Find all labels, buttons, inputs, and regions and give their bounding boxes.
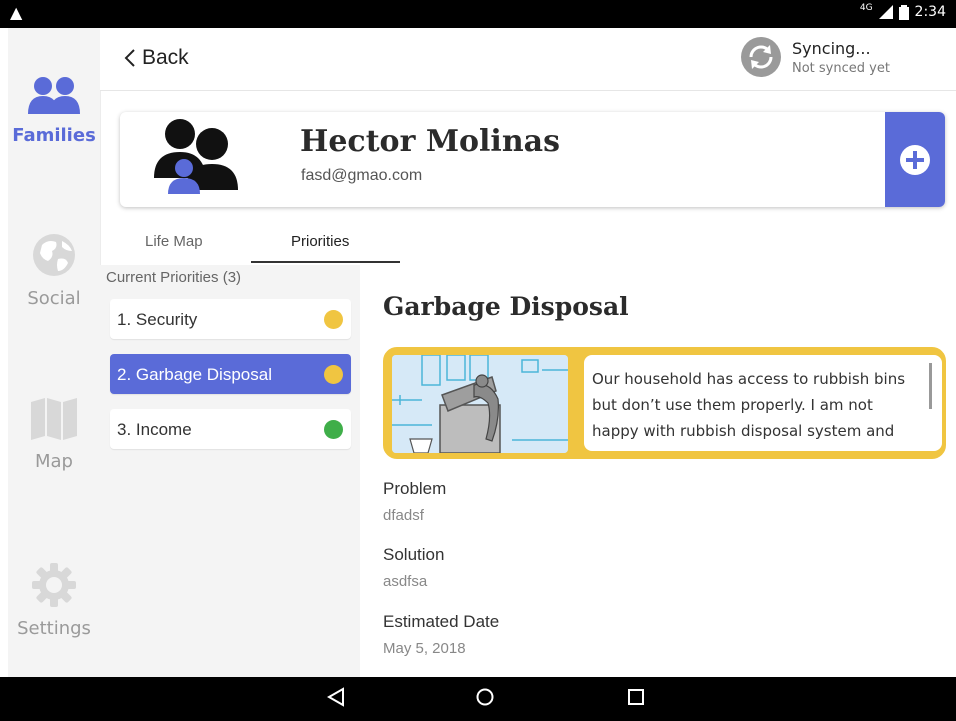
add-button[interactable] [885, 112, 945, 207]
top-header: Back Syncing... Not synced yet [100, 28, 956, 91]
tab-bar: Life Map Priorities [100, 225, 400, 265]
family-avatar-icon [154, 119, 238, 194]
date-value: May 5, 2018 [383, 640, 466, 657]
clock: 2:34 [914, 4, 946, 20]
sidebar-item-social[interactable]: Social [8, 233, 100, 309]
family-name: Hector Molinas [300, 124, 560, 159]
sidebar-item-label: Settings [17, 618, 91, 639]
priority-label: 3. Income [117, 420, 192, 439]
signal-icon [878, 5, 893, 19]
detail-title: Garbage Disposal [383, 292, 629, 321]
tab-priorities[interactable]: Priorities [291, 233, 349, 250]
sync-title: Syncing... [792, 38, 871, 58]
plus-circle-icon [900, 144, 930, 175]
sidebar-item-families[interactable]: Families [8, 76, 100, 146]
back-label: Back [142, 46, 189, 69]
gear-icon [32, 563, 76, 607]
problem-value: dfadsf [383, 507, 424, 524]
status-dot [324, 365, 343, 384]
solution-label: Solution [383, 545, 445, 564]
families-icon [28, 77, 80, 114]
priorities-header: Current Priorities (3) [106, 269, 242, 286]
battery-icon [898, 4, 909, 20]
list-item[interactable]: 2. Garbage Disposal [110, 354, 351, 394]
tab-life-map[interactable]: Life Map [145, 233, 203, 250]
status-right: 4G 2:34 [859, 3, 946, 20]
indicator-card: Our household has access to rubbish bins… [383, 347, 946, 459]
description-text: Our household has access to rubbish bins… [592, 370, 906, 440]
list-item[interactable]: 1. Security [110, 299, 351, 339]
sidebar: Families Social Map Settings [8, 28, 101, 677]
problem-label: Problem [383, 479, 447, 498]
globe-icon [33, 234, 75, 276]
status-bar: ▲ 4G 2:34 [0, 0, 956, 28]
priority-label: 2. Garbage Disposal [117, 365, 272, 384]
system-nav-bar [0, 677, 956, 721]
map-icon [31, 398, 77, 440]
sidebar-item-label: Families [12, 125, 96, 146]
garbage-illustration [392, 355, 568, 453]
date-label: Estimated Date [383, 612, 500, 631]
sidebar-item-settings[interactable]: Settings [8, 563, 100, 639]
family-email: fasd@gmao.com [301, 167, 423, 184]
family-card: Hector Molinas fasd@gmao.com [120, 112, 945, 207]
nav-home-icon[interactable] [475, 687, 495, 707]
solution-value: asdfsa [383, 573, 428, 590]
active-tab-indicator [251, 261, 400, 263]
priority-label: 1. Security [117, 310, 198, 329]
priorities-list: Current Priorities (3) 1. Security 2. Ga… [100, 265, 360, 677]
list-item[interactable]: 3. Income [110, 409, 351, 449]
status-dot [324, 420, 343, 439]
nav-back-icon[interactable] [327, 687, 345, 707]
sidebar-item-map[interactable]: Map [8, 398, 100, 472]
chevron-left-icon [124, 49, 135, 67]
sidebar-item-label: Social [27, 288, 81, 309]
indicator-illustration [392, 355, 568, 453]
scrollbar[interactable] [929, 363, 932, 409]
sync-subtitle: Not synced yet [792, 60, 890, 76]
network-type: 4G [859, 3, 873, 13]
indicator-description: Our household has access to rubbish bins… [584, 355, 942, 451]
sync-status[interactable]: Syncing... Not synced yet [740, 36, 890, 78]
warning-icon: ▲ [10, 3, 23, 22]
sidebar-item-label: Map [35, 451, 73, 472]
nav-recents-icon[interactable] [627, 687, 645, 707]
back-button[interactable]: Back [124, 46, 189, 70]
status-dot [324, 310, 343, 329]
sync-icon [741, 37, 781, 77]
